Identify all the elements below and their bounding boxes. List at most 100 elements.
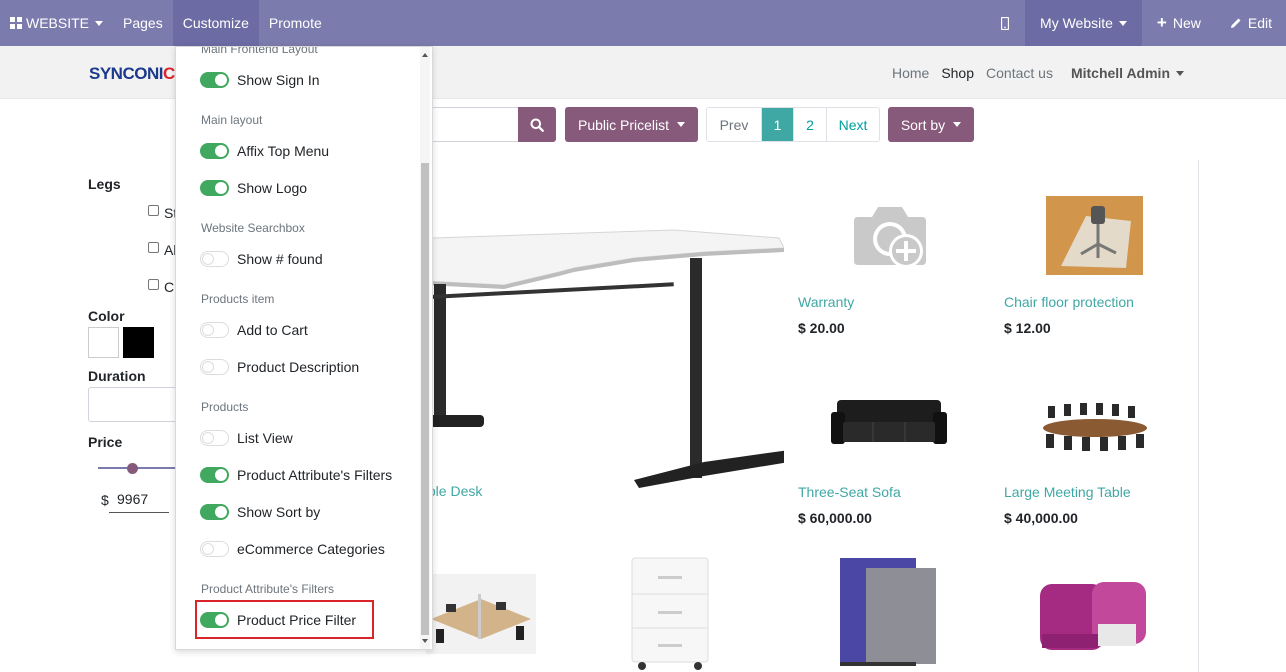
option-label: Show Logo — [237, 180, 308, 196]
sort-by-dropdown[interactable]: Sort by — [888, 107, 974, 142]
product-name[interactable]: Chair floor protection — [1004, 294, 1134, 310]
pricelist-dropdown[interactable]: Public Pricelist — [565, 107, 698, 142]
product-card[interactable]: Warranty $ 20.00 — [786, 160, 993, 351]
currency-symbol: $ — [101, 492, 109, 508]
chevron-down-icon — [1176, 71, 1184, 77]
option-show-logo[interactable]: Show Logo — [200, 177, 307, 199]
option-show-sort-by[interactable]: Show Sort by — [200, 501, 320, 523]
search-icon — [530, 118, 544, 132]
toggle-switch-off[interactable] — [200, 359, 229, 375]
option-product-attribute-filters[interactable]: Product Attribute's Filters — [200, 464, 392, 486]
toggle-switch-on[interactable] — [200, 143, 229, 159]
toggle-switch-on[interactable] — [200, 72, 229, 88]
product-card[interactable]: Three-Seat Sofa $ 60,000.00 — [786, 350, 993, 541]
chevron-down-icon — [95, 20, 104, 26]
user-menu[interactable]: Mitchell Admin — [1065, 65, 1190, 81]
toggle-switch-on[interactable] — [200, 467, 229, 483]
dropdown-scrollbar-thumb[interactable] — [421, 163, 429, 635]
option-label: Show Sign In — [237, 72, 320, 88]
product-name[interactable]: Warranty — [798, 294, 854, 310]
price-slider-handle[interactable] — [127, 463, 138, 474]
customize-menu[interactable]: Customize — [172, 0, 259, 46]
toggle-switch-off[interactable] — [200, 430, 229, 446]
toggle-switch-off[interactable] — [200, 322, 229, 338]
price-input[interactable]: 9967 — [109, 489, 169, 513]
camera-placeholder-icon — [854, 207, 926, 268]
filter-price-title: Price — [88, 434, 123, 450]
nav-shop[interactable]: Shop — [935, 65, 980, 81]
chair-mat-image — [1046, 196, 1143, 275]
new-label: New — [1172, 15, 1201, 31]
my-website-label: My Website — [1040, 15, 1113, 31]
customize-dropdown: Main Frontend Layout Show Sign In Main l… — [175, 46, 433, 650]
product-name[interactable]: Large Meeting Table — [1004, 484, 1131, 500]
option-ecommerce-categories[interactable]: eCommerce Categories — [200, 538, 385, 560]
mobile-phone-icon — [1001, 16, 1010, 30]
chevron-down-icon — [953, 122, 962, 127]
pager-next[interactable]: Next — [827, 108, 879, 141]
edit-button[interactable]: Edit — [1216, 0, 1286, 46]
option-label: List View — [237, 430, 293, 446]
nav-home[interactable]: Home — [886, 65, 935, 81]
option-product-description[interactable]: Product Description — [200, 356, 359, 378]
product-card[interactable] — [786, 540, 993, 672]
toggle-switch-off[interactable] — [200, 541, 229, 557]
toggle-switch-on[interactable] — [200, 180, 229, 196]
product-card[interactable] — [992, 540, 1199, 672]
option-label: Show Sort by — [237, 504, 321, 520]
option-label: Product Attribute's Filters — [237, 467, 393, 483]
logo-text: SYNCONI — [89, 64, 163, 83]
website-menu[interactable]: WEBSITE — [0, 0, 113, 46]
plus-icon: + — [1156, 13, 1167, 32]
sort-by-label: Sort by — [900, 116, 946, 133]
option-show-sign-in[interactable]: Show Sign In — [200, 69, 320, 91]
option-show-found[interactable]: Show # found — [200, 248, 323, 270]
mobile-preview-button[interactable] — [985, 0, 1025, 46]
sofa-image — [831, 400, 947, 444]
user-name: Mitchell Admin — [1070, 64, 1170, 81]
option-add-to-cart[interactable]: Add to Cart — [200, 319, 308, 341]
duration-select[interactable] — [88, 387, 188, 422]
product-price: $ 12.00 — [1004, 320, 1051, 336]
filter-legs-checkbox[interactable] — [148, 279, 159, 290]
section-header: Products — [201, 400, 249, 414]
section-header: Main Frontend Layout — [201, 46, 318, 56]
option-label: Show # found — [237, 251, 323, 267]
color-swatch-black[interactable] — [123, 327, 154, 358]
pricelist-label: Public Pricelist — [577, 116, 670, 133]
product-card[interactable]: Large Meeting Table $ 40,000.00 — [992, 350, 1199, 541]
scroll-up-arrow-icon[interactable] — [422, 53, 428, 57]
product-name[interactable]: Three-Seat Sofa — [798, 484, 901, 500]
color-swatch-white[interactable] — [88, 327, 119, 358]
nav-contact-us[interactable]: Contact us — [980, 65, 1059, 81]
option-label: Product Description — [237, 359, 360, 375]
highlight-box — [195, 600, 374, 639]
toggle-switch-off[interactable] — [200, 251, 229, 267]
filter-legs-checkbox[interactable] — [148, 242, 159, 253]
toggle-switch-on[interactable] — [200, 504, 229, 520]
filter-duration-title: Duration — [88, 368, 146, 384]
partition-screen-image — [840, 558, 936, 666]
option-label: Add to Cart — [237, 322, 308, 338]
pages-menu[interactable]: Pages — [113, 0, 173, 46]
company-logo[interactable]: SYNCONIC — [89, 64, 175, 84]
new-button[interactable]: + New — [1142, 0, 1216, 46]
my-website-menu[interactable]: My Website — [1025, 0, 1142, 46]
product-card[interactable]: izable Desk 0 — [374, 160, 787, 541]
filter-color-title: Color — [88, 308, 125, 324]
pager-prev[interactable]: Prev — [707, 108, 762, 141]
section-header: Main layout — [201, 113, 263, 127]
search-button[interactable] — [518, 107, 556, 142]
filter-legs-checkbox[interactable] — [148, 205, 159, 216]
admin-topbar: WEBSITE Pages Customize Promote My Websi… — [0, 0, 1286, 46]
product-card[interactable]: Chair floor protection $ 12.00 — [992, 160, 1199, 351]
pod-booth-image — [1040, 582, 1146, 650]
pager-page-2[interactable]: 2 — [794, 108, 827, 141]
scroll-down-arrow-icon[interactable] — [422, 639, 428, 643]
option-affix-top-menu[interactable]: Affix Top Menu — [200, 140, 329, 162]
pager-page-1[interactable]: 1 — [762, 108, 794, 141]
promote-menu[interactable]: Promote — [259, 0, 332, 46]
product-card[interactable] — [580, 540, 787, 672]
option-label: Affix Top Menu — [237, 143, 330, 159]
option-list-view[interactable]: List View — [200, 427, 293, 449]
